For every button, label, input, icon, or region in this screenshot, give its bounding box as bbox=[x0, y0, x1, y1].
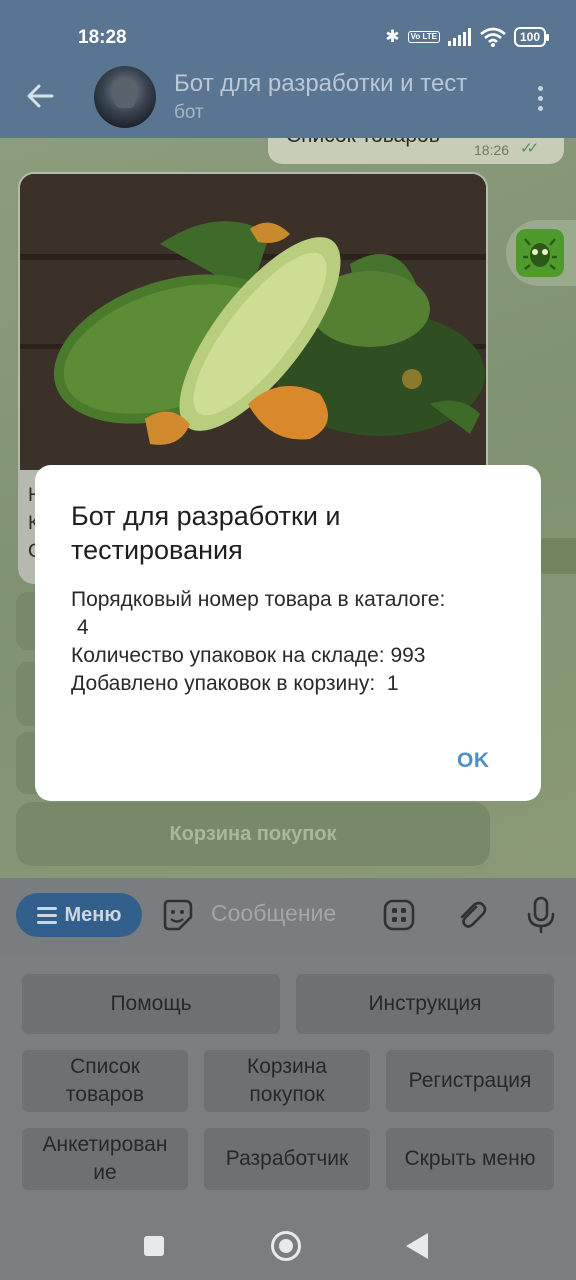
emoji-sticker-icon[interactable] bbox=[160, 898, 194, 932]
ok-button[interactable]: OK bbox=[457, 749, 490, 773]
message-input-bar: Меню Сообщение bbox=[0, 878, 576, 954]
product-photo[interactable] bbox=[20, 174, 486, 470]
menu-button-label: Меню bbox=[64, 903, 122, 926]
battery-indicator: 100 bbox=[513, 27, 550, 47]
key-label: Помощь bbox=[110, 992, 192, 1015]
more-options-icon[interactable] bbox=[528, 80, 552, 116]
message-text: Список товаров bbox=[286, 138, 440, 148]
status-time: 18:28 bbox=[78, 27, 127, 48]
hamburger-icon bbox=[36, 906, 57, 924]
bot-avatar[interactable] bbox=[94, 66, 156, 128]
bug-sticker-icon[interactable] bbox=[516, 229, 564, 277]
key-help[interactable]: Помощь bbox=[22, 974, 280, 1034]
chat-title[interactable]: Бот для разработки и тест bbox=[174, 70, 504, 98]
key-shopping-cart[interactable]: Корзина покупок bbox=[204, 1050, 370, 1112]
key-label: Регистрация bbox=[408, 1069, 532, 1092]
app-header: 18:28 ✱ Vo LTE 100 Бот для разработки и … bbox=[0, 0, 576, 138]
message-time: 18:26 bbox=[474, 142, 510, 158]
key-label: Анкетирован ие bbox=[42, 1133, 168, 1184]
recent-apps-icon[interactable] bbox=[144, 1236, 164, 1256]
system-navigation-bar bbox=[0, 1204, 576, 1280]
key-survey[interactable]: Анкетирован ие bbox=[22, 1128, 188, 1190]
key-product-list[interactable]: Список товаров bbox=[22, 1050, 188, 1112]
chat-subtitle: бот bbox=[174, 102, 204, 123]
bot-reply-keyboard: Помощь Инструкция Список товаров Корзина… bbox=[0, 954, 576, 1204]
microphone-icon[interactable] bbox=[526, 896, 556, 934]
back-arrow-icon[interactable] bbox=[22, 78, 58, 114]
status-icons: ✱ Vo LTE 100 bbox=[385, 26, 550, 48]
key-instruction[interactable]: Инструкция bbox=[296, 974, 554, 1034]
key-label: Инструкция bbox=[368, 992, 482, 1015]
message-input[interactable]: Сообщение bbox=[211, 900, 336, 927]
wifi-icon bbox=[480, 27, 506, 47]
inline-button-cart[interactable]: Корзина покупок bbox=[16, 802, 490, 866]
signal-icon bbox=[447, 28, 471, 46]
nav-back-icon[interactable] bbox=[406, 1233, 428, 1259]
dialog-title: Бот для разработки и тестирования bbox=[71, 501, 341, 565]
key-registration[interactable]: Регистрация bbox=[386, 1050, 554, 1112]
dialog-message: Порядковый номер товара в каталоге: 4 Ко… bbox=[71, 588, 446, 695]
read-checkmarks-icon: ✓✓ bbox=[520, 140, 539, 157]
sticker-panel-shortcut[interactable] bbox=[506, 220, 576, 286]
alert-dialog: Бот для разработки и тестирования Порядк… bbox=[35, 465, 541, 801]
outgoing-message[interactable]: Список товаров 18:26 ✓✓ bbox=[268, 138, 564, 164]
volte-badge: Vo LTE bbox=[407, 31, 440, 43]
bot-commands-icon[interactable] bbox=[382, 898, 416, 932]
menu-button[interactable]: Меню bbox=[16, 893, 142, 937]
bluetooth-icon: ✱ bbox=[385, 27, 400, 46]
key-hide-menu[interactable]: Скрыть меню bbox=[386, 1128, 554, 1190]
key-label: Корзина покупок bbox=[247, 1055, 327, 1106]
home-icon[interactable] bbox=[271, 1231, 301, 1261]
key-label: Скрыть меню bbox=[404, 1147, 536, 1170]
key-developer[interactable]: Разработчик bbox=[204, 1128, 370, 1190]
key-label: Разработчик bbox=[225, 1147, 349, 1170]
key-label: Список товаров bbox=[65, 1055, 145, 1106]
paperclip-icon[interactable] bbox=[454, 898, 488, 932]
